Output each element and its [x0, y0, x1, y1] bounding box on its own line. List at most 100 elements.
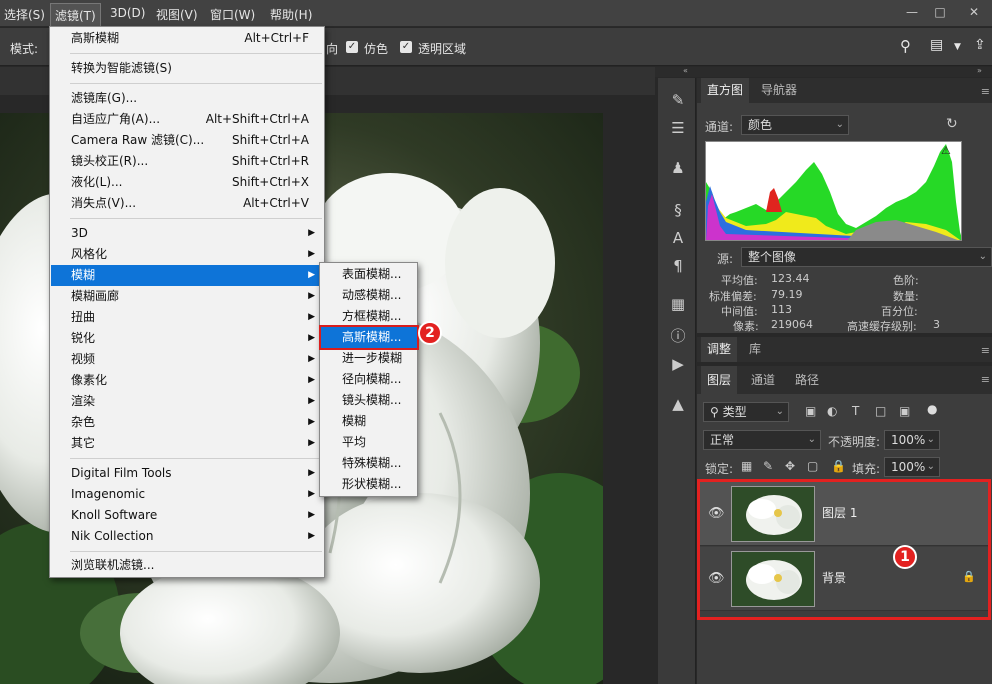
submenu-item-motion-blur[interactable]: 动感模糊... — [321, 285, 417, 306]
close-icon[interactable]: ✕ — [963, 3, 985, 21]
tab-navigator[interactable]: 导航器 — [755, 78, 803, 103]
filter-adjustment-icon[interactable]: ◐ — [827, 404, 837, 418]
menu-item-distort[interactable]: 扭曲 ▶ — [51, 307, 323, 328]
submenu-item-radial-blur[interactable]: 径向模糊... — [321, 369, 417, 390]
maximize-icon[interactable]: □ — [929, 3, 951, 21]
menu-item-3d[interactable]: 3D ▶ — [51, 223, 323, 244]
filter-smart-object-icon[interactable]: ▣ — [899, 404, 910, 418]
submenu-item-smart-blur[interactable]: 特殊模糊... — [321, 453, 417, 474]
layer-filter-select[interactable]: ⚲ 类型 ⌄ — [703, 402, 789, 422]
adjustment-sliders-icon[interactable]: ☰ — [668, 118, 688, 138]
lock-all-icon[interactable]: 🔒 — [831, 459, 846, 473]
minimize-icon[interactable]: — — [901, 3, 923, 21]
collapse-left-icon[interactable]: « — [683, 66, 688, 75]
menu-item-camera-raw[interactable]: Camera Raw 滤镜(C)... Shift+Ctrl+A — [51, 130, 323, 151]
submenu-item-average[interactable]: 平均 — [321, 432, 417, 453]
lock-transparency-icon[interactable]: ▦ — [741, 459, 752, 473]
filter-toggle-icon[interactable]: ● — [927, 402, 937, 416]
menu-item-render[interactable]: 渲染 ▶ — [51, 391, 323, 412]
info-icon[interactable]: ⓘ — [668, 326, 688, 346]
menu-item-label: 渲染 — [71, 394, 96, 408]
filter-shape-icon[interactable]: □ — [875, 404, 886, 418]
opacity-field[interactable]: 100% ⌄ — [884, 430, 940, 450]
menu-item-filter-gallery[interactable]: 滤镜库(G)... — [51, 88, 323, 109]
menu-item-label: 风格化 — [71, 247, 108, 261]
submenu-item-shape-blur[interactable]: 形状模糊... — [321, 474, 417, 495]
source-label: 源: — [717, 252, 734, 266]
menu-item-knoll-software[interactable]: Knoll Software ▶ — [51, 505, 323, 526]
dither-checkbox[interactable]: ✓ — [346, 41, 358, 53]
3d-cube-icon[interactable]: ▦ — [668, 294, 688, 314]
search-icon[interactable]: ⚲ — [900, 37, 911, 55]
lock-image-brush-icon[interactable]: ✎ — [763, 459, 773, 473]
menu-item-blur-gallery[interactable]: 模糊画廊 ▶ — [51, 286, 323, 307]
panel-menu-icon[interactable]: ≡ — [981, 373, 990, 386]
menu-item-stylize[interactable]: 风格化 ▶ — [51, 244, 323, 265]
submenu-item-box-blur[interactable]: 方框模糊... — [321, 306, 417, 327]
tab-libraries[interactable]: 库 — [743, 337, 767, 362]
character-icon[interactable]: A — [668, 228, 688, 248]
submenu-arrow-icon: ▶ — [308, 396, 315, 406]
stamp-icon[interactable]: ♟ — [668, 158, 688, 178]
lock-artboard-icon[interactable]: ▢ — [807, 459, 818, 473]
submenu-item-surface-blur[interactable]: 表面模糊... — [321, 264, 417, 285]
submenu-item-blur-more[interactable]: 进一步模糊 — [321, 348, 417, 369]
panel-menu-icon[interactable]: ≡ — [981, 344, 990, 357]
menu-item-sharpen[interactable]: 锐化 ▶ — [51, 328, 323, 349]
menu-item-other[interactable]: 其它 ▶ — [51, 433, 323, 454]
blend-mode-select[interactable]: 正常 ⌄ — [703, 430, 821, 450]
tool-presets-icon[interactable]: ▲ — [668, 394, 688, 414]
panel-menu-icon[interactable]: ≡ — [981, 85, 990, 98]
paragraph-style-icon[interactable]: § — [668, 200, 688, 220]
source-value: 整个图像 — [748, 250, 797, 264]
menu-3d[interactable]: 3D(D) — [110, 6, 145, 20]
menu-item-noise[interactable]: 杂色 ▶ — [51, 412, 323, 433]
workspace-icon[interactable]: ▤ — [930, 37, 943, 53]
menu-view[interactable]: 视图(V) — [156, 6, 198, 23]
tab-adjustments[interactable]: 调整 — [701, 337, 738, 362]
menu-item-browse-online[interactable]: 浏览联机滤镜... — [51, 555, 323, 576]
tab-histogram[interactable]: 直方图 — [701, 78, 750, 103]
menu-item-digital-film-tools[interactable]: Digital Film Tools ▶ — [51, 463, 323, 484]
channel-select[interactable]: 颜色 ⌄ — [741, 115, 849, 135]
submenu-item-blur[interactable]: 模糊 — [321, 411, 417, 432]
history-brush-icon[interactable]: ✎ — [668, 90, 688, 110]
menu-item-shortcut: Alt+Ctrl+F — [244, 31, 309, 45]
menu-item-last-filter[interactable]: 高斯模糊 Alt+Ctrl+F — [51, 28, 323, 49]
fill-field[interactable]: 100% ⌄ — [884, 457, 940, 477]
tab-channels[interactable]: 通道 — [745, 366, 781, 394]
panel-collapse-strip[interactable]: « » — [655, 66, 992, 77]
menu-item-adaptive-wide-angle[interactable]: 自适应广角(A)... Alt+Shift+Ctrl+A — [51, 109, 323, 130]
menu-item-liquify[interactable]: 液化(L)... Shift+Ctrl+X — [51, 172, 323, 193]
menu-filter[interactable]: 滤镜(T) — [50, 3, 101, 28]
transparency-checkbox[interactable]: ✓ — [400, 41, 412, 53]
submenu-item-lens-blur[interactable]: 镜头模糊... — [321, 390, 417, 411]
filter-type-icon[interactable]: T — [852, 404, 859, 418]
menu-item-video[interactable]: 视频 ▶ — [51, 349, 323, 370]
filter-pixel-icon[interactable]: ▣ — [805, 404, 816, 418]
menu-help[interactable]: 帮助(H) — [270, 6, 312, 23]
lock-position-icon[interactable]: ✥ — [785, 459, 795, 473]
menu-item-blur[interactable]: 模糊 ▶ — [51, 265, 323, 286]
stat-cache-label: 高速缓存级别: — [847, 320, 917, 333]
menu-item-convert-smart[interactable]: 转换为智能滤镜(S) — [51, 58, 323, 79]
tab-layers[interactable]: 图层 — [701, 366, 738, 394]
submenu-item-gaussian-blur[interactable]: 高斯模糊... — [319, 325, 419, 350]
menu-item-pixelate[interactable]: 像素化 ▶ — [51, 370, 323, 391]
paragraph-icon[interactable]: ¶ — [668, 256, 688, 276]
share-icon[interactable]: ⇪ — [974, 37, 986, 53]
menu-item-vanishing-point[interactable]: 消失点(V)... Alt+Ctrl+V — [51, 193, 323, 214]
tab-paths[interactable]: 路径 — [789, 366, 825, 394]
menu-item-imagenomic[interactable]: Imagenomic ▶ — [51, 484, 323, 505]
menu-window[interactable]: 窗口(W) — [210, 6, 255, 23]
menu-item-lens-correction[interactable]: 镜头校正(R)... Shift+Ctrl+R — [51, 151, 323, 172]
menu-item-nik-collection[interactable]: Nik Collection ▶ — [51, 526, 323, 547]
chevron-down-icon[interactable]: ▼ — [954, 42, 961, 52]
submenu-arrow-icon: ▶ — [308, 249, 315, 259]
refresh-icon[interactable]: ↻ — [946, 116, 958, 132]
source-select[interactable]: 整个图像 ⌄ — [741, 247, 992, 267]
collapse-right-icon[interactable]: » — [977, 66, 982, 75]
menu-select[interactable]: 选择(S) — [4, 6, 45, 23]
fill-label: 填充: — [852, 462, 881, 476]
play-actions-icon[interactable]: ▶ — [668, 354, 688, 374]
